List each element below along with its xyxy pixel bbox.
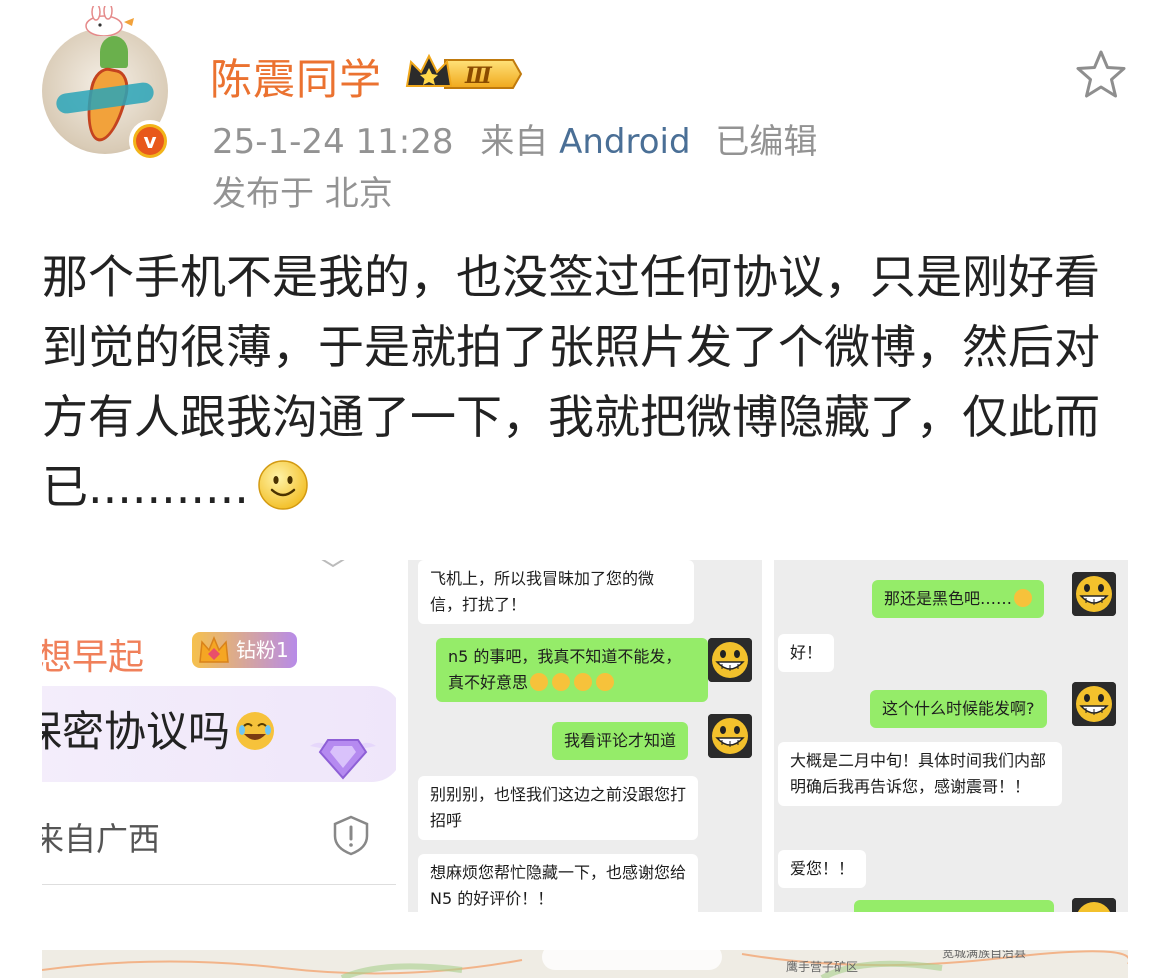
chat-message: 大概是二月中旬！具体时间我们内部明确后我再告诉您，感谢震哥！！ [778, 742, 1062, 806]
divider [42, 884, 396, 885]
member-level: Ⅲ [464, 63, 493, 89]
chat-message: 别别别，也怪我们这边之前没跟您打招呼 [418, 776, 698, 840]
post-location: 发布于 北京 [212, 174, 393, 214]
chat-message-partial [854, 900, 1054, 912]
fan-badge: 钻粉1 [192, 632, 297, 668]
chat-avatar-grin-icon [708, 638, 752, 682]
map-label: 鹰手营子矿区 [786, 960, 859, 974]
laughing-emoji-icon [552, 673, 571, 691]
chat-message: n5 的事吧，我真不知道不能发，真不好意思 [436, 638, 708, 702]
comment-location: 来自广西 [42, 820, 161, 858]
chat-message: 好！ [778, 634, 835, 672]
source-link[interactable]: Android [559, 122, 690, 162]
chat-message: 想麻烦您帮忙隐藏一下，也感谢您给 N5 的好评价！！ [418, 854, 698, 912]
bunny-icon [85, 6, 134, 36]
chat-message: 飞机上，所以我冒昧加了您的微信，打扰了！ [418, 560, 694, 624]
member-crown-icon: Ⅲ [405, 53, 523, 89]
star-icon[interactable] [1074, 48, 1128, 102]
chat-avatar-grin-icon [1072, 572, 1116, 616]
fan-badge-label: 钻粉1 [236, 638, 289, 662]
post-timestamp: 25-1-24 11:28 [212, 122, 454, 162]
post-image-2[interactable]: 飞机上，所以我冒昧加了您的微信，打扰了！ n5 的事吧，我真不知道不能发，真不好… [408, 560, 762, 912]
comment-text: 保密协议吗 [42, 698, 276, 759]
from-label: 来自 [480, 122, 549, 162]
laughing-emoji-icon [574, 673, 593, 691]
username[interactable]: 陈震同学 [210, 46, 382, 107]
chat-avatar-grin-icon [1072, 898, 1116, 912]
chat-message: 我看评论才知道 [552, 722, 689, 760]
smiley-emoji-icon [258, 460, 308, 510]
chat-avatar-grin-icon [1072, 682, 1116, 726]
crown-icon [199, 636, 229, 663]
map-label: 宽城满族自治县 [942, 950, 1027, 960]
map-preview[interactable]: 鹰手营子矿区 宽城满族自治县 [42, 950, 1128, 978]
laughing-emoji-icon [596, 673, 615, 691]
chat-message: 那还是黑色吧…… [872, 580, 1045, 618]
avatar-leaf-decoration [100, 36, 128, 68]
commenter-name: 想早起 [42, 637, 145, 678]
verified-badge-icon: v [129, 120, 171, 162]
laughing-emoji-icon [530, 673, 549, 691]
chat-message: 这个什么时候能发啊? [870, 690, 1047, 728]
post-image-3[interactable]: 那还是黑色吧…… 好！ 这个什么时候能发啊? 大概是二月中旬！具体时间我们内部明… [774, 560, 1128, 912]
chat-avatar-grin-icon [708, 714, 752, 758]
post-meta: 25-1-24 11:28 来自 Android 已编辑 [212, 114, 817, 163]
image-pager-dots [542, 950, 722, 970]
chat-message: 爱您！！ [778, 850, 867, 888]
post-body: 那个手机不是我的，也没签过任何协议，只是刚好看到觉的很薄，于是就拍了张照片发了个… [42, 250, 1100, 514]
laughing-emoji-icon [1014, 589, 1033, 607]
report-shield-icon[interactable] [330, 814, 372, 856]
edited-label[interactable]: 已编辑 [715, 122, 817, 162]
post-image-1[interactable]: 想早起 钻粉1 保密协议吗 来自广西 [42, 560, 396, 912]
laughing-emoji-icon [236, 712, 275, 750]
chevron-down-icon [321, 560, 345, 568]
post-text: 那个手机不是我的，也没签过任何协议，只是刚好看到觉的很薄，于是就拍了张照片发了个… [42, 242, 1132, 522]
diamond-fan-icon [310, 739, 376, 780]
